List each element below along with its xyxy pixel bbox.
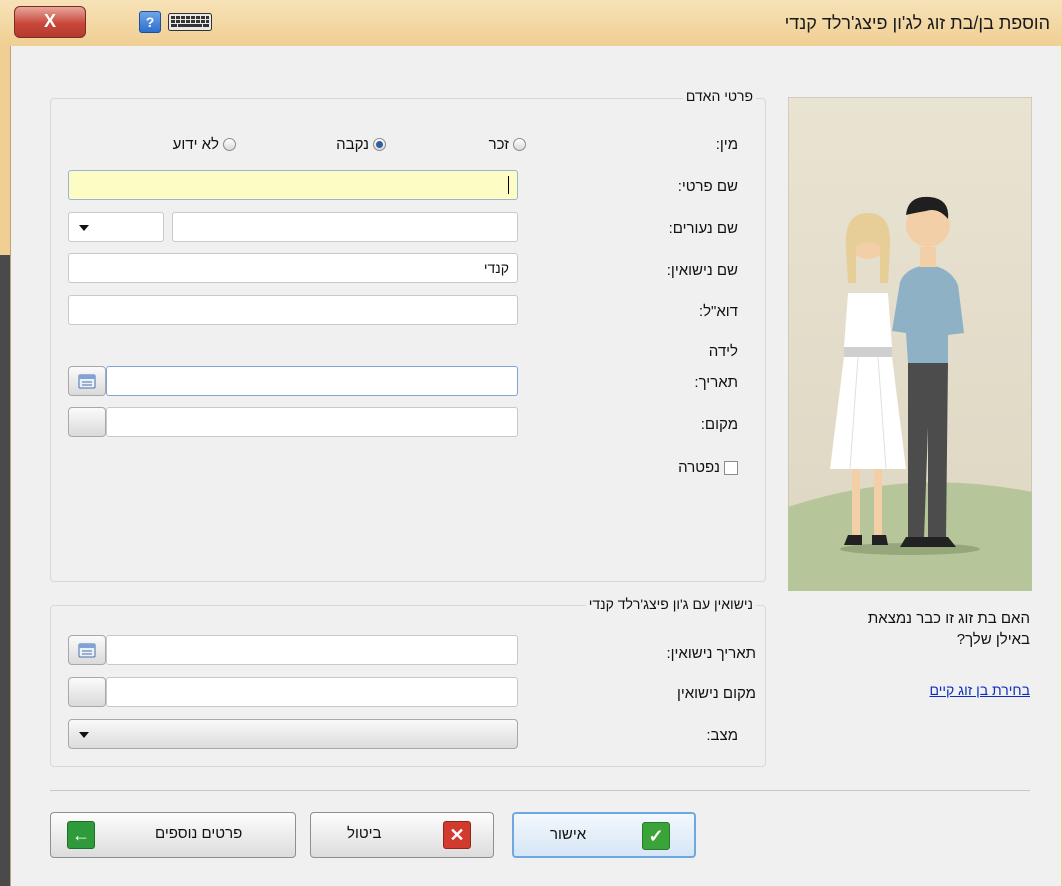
birth-place-button[interactable] xyxy=(68,407,106,437)
married-name-input[interactable]: קנדי xyxy=(68,253,518,283)
cancel-button[interactable]: ✕ ביטול xyxy=(310,812,494,858)
checkmark-icon: ✓ xyxy=(642,822,670,850)
calendar-icon xyxy=(78,374,96,389)
marriage-place-button[interactable] xyxy=(68,677,106,707)
birth-date-input[interactable] xyxy=(106,366,518,396)
married-name-label: שם נישואין: xyxy=(666,262,738,279)
more-details-button-label: פרטים נוספים xyxy=(155,825,243,842)
arrow-left-icon: ← xyxy=(67,821,95,849)
gender-unknown-radio[interactable]: לא ידוע xyxy=(173,136,236,153)
maiden-name-input[interactable] xyxy=(172,212,518,242)
close-icon: ✕ xyxy=(443,821,471,849)
marriage-place-input[interactable] xyxy=(106,677,518,707)
birth-place-label: מקום: xyxy=(700,416,738,433)
person-details-group-title: פרטי האדם xyxy=(682,88,756,104)
gender-female-label: נקבה xyxy=(336,136,369,153)
keyboard-icon xyxy=(168,13,212,31)
first-name-label: שם פרטי: xyxy=(677,178,738,195)
ok-button-label: אישור xyxy=(550,826,587,843)
calendar-icon xyxy=(78,643,96,658)
birth-heading: לידה xyxy=(708,343,738,360)
deceased-checkbox[interactable] xyxy=(724,460,738,475)
deceased-checkbox-row[interactable]: נפטרה xyxy=(678,459,738,476)
maiden-name-label: שם נעורים: xyxy=(668,220,738,237)
gender-male-label: זכר xyxy=(488,136,509,153)
marriage-date-label: תאריך נישואין: xyxy=(666,645,756,662)
couple-illustration xyxy=(787,96,1033,592)
keyboard-button[interactable] xyxy=(168,13,212,31)
marriage-place-label: מקום נישואין xyxy=(676,685,756,702)
close-button[interactable]: X xyxy=(14,6,86,38)
radio-female-circle xyxy=(373,138,386,151)
birth-date-picker-button[interactable] xyxy=(68,366,106,396)
gender-unknown-label: לא ידוע xyxy=(172,136,219,153)
birth-date-label: תאריך: xyxy=(694,374,738,391)
ok-button[interactable]: ✓ אישור xyxy=(512,812,696,858)
marriage-date-picker-button[interactable] xyxy=(68,635,106,665)
chevron-down-icon xyxy=(79,225,89,231)
radio-male-circle xyxy=(513,138,526,151)
marriage-date-input[interactable] xyxy=(106,635,518,665)
deceased-label: נפטרה xyxy=(678,459,720,476)
chevron-down-icon xyxy=(79,732,89,738)
marriage-status-dropdown[interactable] xyxy=(68,719,518,749)
first-name-input[interactable] xyxy=(68,170,518,200)
email-label: דוא"ל: xyxy=(698,303,738,320)
married-name-value: קנדי xyxy=(483,260,509,276)
background-window-edge xyxy=(0,255,10,886)
gender-label: מין: xyxy=(715,136,738,153)
text-cursor xyxy=(508,176,509,194)
window-title: הוספת בן/בת זוג לג'ון פיצג'רלד קנדי xyxy=(784,13,1050,33)
birth-place-input[interactable] xyxy=(106,407,518,437)
cancel-button-label: ביטול xyxy=(347,825,382,842)
footer-divider xyxy=(50,790,1030,791)
marriage-status-label: מצב: xyxy=(706,727,738,744)
marriage-group-title: נישואין עם ג'ון פיצג'רלד קנדי xyxy=(585,596,756,612)
gender-female-radio[interactable]: נקבה xyxy=(336,136,386,153)
radio-unknown-circle xyxy=(223,138,236,151)
select-existing-spouse-link[interactable]: בחירת בן זוג קיים xyxy=(930,682,1030,698)
more-details-button[interactable]: ← פרטים נוספים xyxy=(50,812,296,858)
email-input[interactable] xyxy=(68,295,518,325)
maiden-name-dropdown[interactable] xyxy=(68,212,164,242)
existing-spouse-question: האם בת זוג זו כבר נמצאת באילן שלך? xyxy=(867,610,1030,648)
help-button[interactable]: ? xyxy=(139,11,161,33)
gender-male-radio[interactable]: זכר xyxy=(489,136,526,153)
couple-image xyxy=(787,96,1033,592)
